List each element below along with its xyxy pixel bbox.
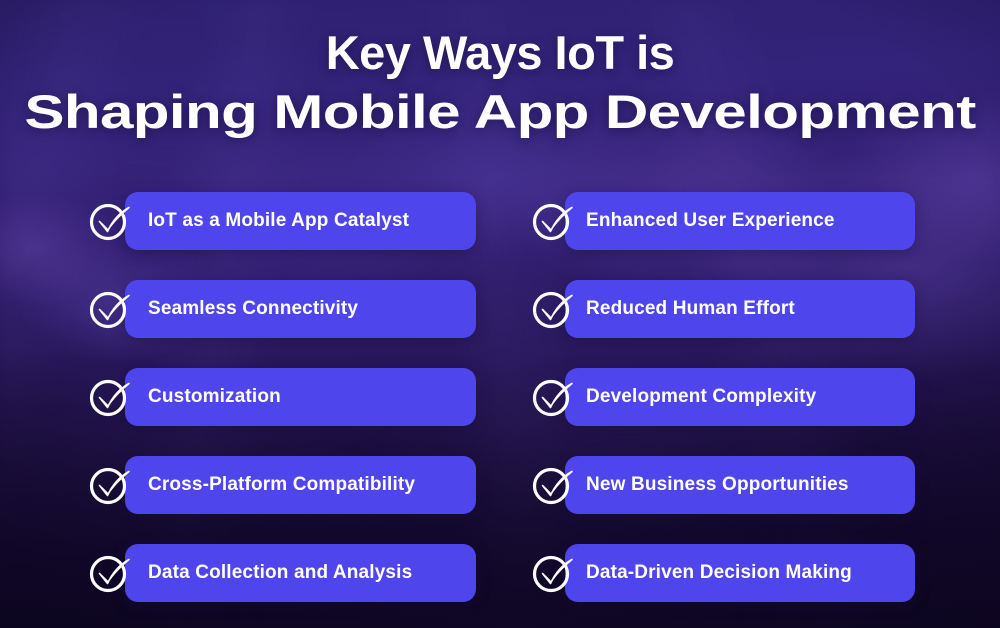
list-item[interactable]: Enhanced User Experience: [528, 192, 915, 250]
list-item-label: New Business Opportunities: [586, 474, 849, 495]
list-row: Customization Development Complexity: [0, 368, 1000, 456]
circle-check-icon: [528, 460, 578, 510]
circle-check-icon: [85, 196, 135, 246]
circle-check-icon: [85, 460, 135, 510]
list-row: Cross-Platform Compatibility New Busines…: [0, 456, 1000, 544]
list-item-label: Enhanced User Experience: [586, 210, 835, 231]
list-item[interactable]: Data-Driven Decision Making: [528, 544, 915, 602]
circle-check-icon: [85, 548, 135, 598]
list-item-label: Cross-Platform Compatibility: [148, 474, 416, 495]
circle-check-icon: [528, 196, 578, 246]
list-row: Data Collection and Analysis Data-Driven…: [0, 544, 1000, 628]
list-item[interactable]: Cross-Platform Compatibility: [85, 456, 476, 514]
list-item-label: Reduced Human Effort: [586, 298, 795, 319]
list-item-label: Development Complexity: [586, 386, 817, 407]
circle-check-icon: [85, 372, 135, 422]
benefits-list: IoT as a Mobile App Catalyst Enhanced Us…: [0, 192, 1000, 628]
title-line-2: Shaping Mobile App Development: [24, 85, 976, 138]
list-item[interactable]: Seamless Connectivity: [85, 280, 476, 338]
list-item[interactable]: Development Complexity: [528, 368, 915, 426]
list-row: Seamless Connectivity Reduced Human Effo…: [0, 280, 1000, 368]
list-row: IoT as a Mobile App Catalyst Enhanced Us…: [0, 192, 1000, 280]
list-item-label: Data-Driven Decision Making: [586, 562, 852, 583]
circle-check-icon: [528, 284, 578, 334]
list-item[interactable]: IoT as a Mobile App Catalyst: [85, 192, 476, 250]
title-line-1: Key Ways IoT is: [325, 26, 675, 79]
page-title: Key Ways IoT is Shaping Mobile App Devel…: [0, 24, 1000, 142]
list-item[interactable]: New Business Opportunities: [528, 456, 915, 514]
list-item-label: IoT as a Mobile App Catalyst: [148, 210, 410, 231]
list-item[interactable]: Customization: [85, 368, 476, 426]
list-item[interactable]: Data Collection and Analysis: [85, 544, 476, 602]
list-item-label: Seamless Connectivity: [148, 298, 359, 319]
list-item[interactable]: Reduced Human Effort: [528, 280, 915, 338]
circle-check-icon: [528, 548, 578, 598]
list-item-label: Customization: [148, 386, 281, 407]
circle-check-icon: [85, 284, 135, 334]
circle-check-icon: [528, 372, 578, 422]
infographic-canvas: Key Ways IoT is Shaping Mobile App Devel…: [0, 0, 1000, 628]
list-item-label: Data Collection and Analysis: [148, 562, 413, 583]
